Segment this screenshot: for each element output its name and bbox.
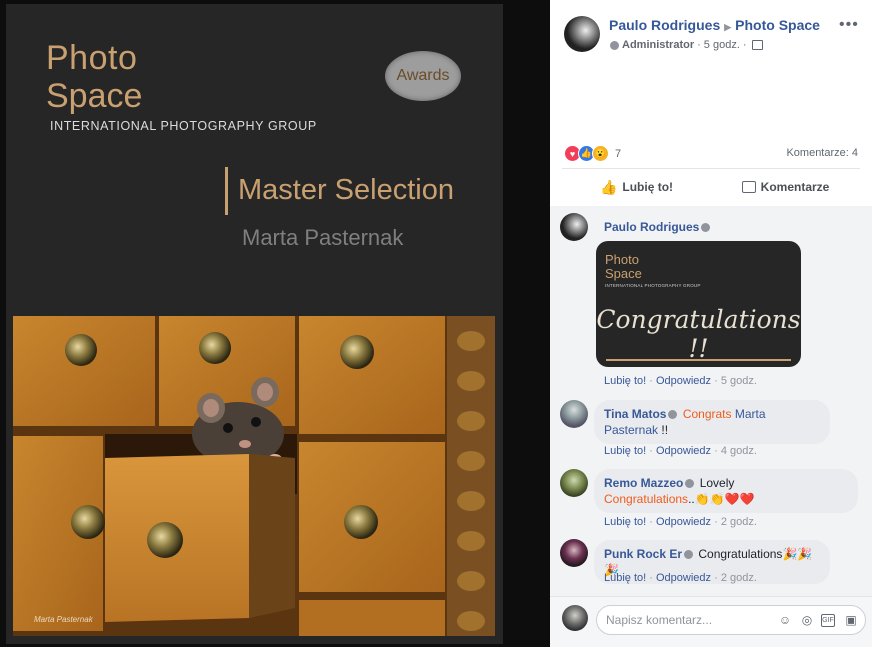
sticker-icon[interactable]: ▣ <box>843 612 859 628</box>
comment-bubble-icon <box>741 181 756 193</box>
admin-role-label: Administrator <box>622 39 695 51</box>
comment-time[interactable]: 5 godz. <box>721 375 757 387</box>
logo-space-text: Space <box>46 77 143 115</box>
emoji-icon[interactable]: ☺ <box>777 612 793 628</box>
author-name-link[interactable]: Paulo Rodrigues <box>609 17 720 33</box>
sep: · <box>714 572 721 584</box>
comment-text: !! <box>661 423 669 437</box>
card-logo-photo: Photo <box>605 252 639 267</box>
congratulations-image[interactable]: Photo Space INTERNATIONAL PHOTOGRAPHY GR… <box>596 241 801 367</box>
card-divider <box>606 359 791 361</box>
commenter-avatar[interactable] <box>560 539 588 567</box>
commenter-avatar[interactable] <box>560 469 588 497</box>
photographer-name: Marta Pasternak <box>242 225 404 250</box>
gif-icon[interactable]: GIF <box>821 614 835 627</box>
comment-author-line: Paulo Rodrigues <box>604 220 712 234</box>
sep: · <box>714 445 721 457</box>
commenter-avatar[interactable] <box>560 213 588 241</box>
comment-composer: Napisz komentarz... ☺ ◎ GIF ▣ <box>550 596 872 647</box>
admin-badge-icon <box>685 479 695 489</box>
sep: · <box>649 445 656 457</box>
admin-shield-icon <box>610 40 619 50</box>
thumbs-up-icon: 👍 <box>599 178 618 195</box>
comment-input[interactable]: Napisz komentarz... ☺ ◎ GIF ▣ <box>596 605 866 635</box>
comment-reply-link[interactable]: Odpowiedz <box>656 572 711 584</box>
comment-time[interactable]: 2 godz. <box>721 572 757 584</box>
card-logo-subtitle: INTERNATIONAL PHOTOGRAPHY GROUP <box>605 283 701 288</box>
comment-highlight-text: Congratulations <box>604 492 689 506</box>
title-divider <box>225 167 228 215</box>
awards-badge: Awards <box>385 51 461 101</box>
comment-bubble: Remo Mazzeo Lovely Congratulations..👏👏❤️… <box>594 469 858 513</box>
comment-actions: Lubię to! · Odpowiedz · 2 godz. <box>604 572 757 584</box>
comment-text: Congratulations <box>698 547 783 561</box>
more-options-icon[interactable]: ••• <box>839 16 859 34</box>
comment-author[interactable]: Paulo Rodrigues <box>604 220 699 234</box>
master-selection-title: Master Selection <box>238 174 454 206</box>
comments-count-link[interactable]: Komentarze: 4 <box>786 147 858 159</box>
camera-icon[interactable]: ◎ <box>799 612 815 628</box>
comment-reply-link[interactable]: Odpowiedz <box>656 375 711 387</box>
comment-time[interactable]: 2 godz. <box>721 516 757 528</box>
comment-input-placeholder: Napisz komentarz... <box>606 613 713 627</box>
meta-dot: · <box>697 39 701 51</box>
facebook-post-panel: Paulo Rodrigues ▶ Photo Space Administrato… <box>550 0 872 647</box>
comment-like-link[interactable]: Lubię to! <box>604 375 646 387</box>
comment-actions: Lubię to! · Odpowiedz · 4 godz. <box>604 445 757 457</box>
comment-author[interactable]: Tina Matos <box>604 407 666 421</box>
comments-section: Paulo Rodrigues Photo Space INTERNATIONA… <box>550 206 872 596</box>
wow-reaction-icon: 😮 <box>592 145 609 162</box>
comment-reply-link[interactable]: Odpowiedz <box>656 516 711 528</box>
author-avatar[interactable] <box>564 16 600 52</box>
comment-highlight-text: Congrats <box>682 407 732 421</box>
meta-dot: · <box>742 39 747 51</box>
like-button-label: Lubię to! <box>622 180 674 194</box>
current-user-avatar[interactable] <box>562 605 588 631</box>
comment-text: Lovely <box>699 476 735 490</box>
sep: · <box>649 572 656 584</box>
commenter-avatar[interactable] <box>560 400 588 428</box>
mouse-drawer-photo <box>13 316 495 636</box>
comment-reply-link[interactable]: Odpowiedz <box>656 445 711 457</box>
sep: · <box>649 516 656 528</box>
post-action-bar: 👍 Lubię to! Komentarze <box>562 168 860 205</box>
sep: · <box>714 516 721 528</box>
comment-actions: Lubię to! · Odpowiedz · 5 godz. <box>604 375 757 387</box>
group-name-link[interactable]: Photo Space <box>735 17 820 33</box>
comment-author[interactable]: Punk Rock Er <box>604 547 682 561</box>
arrow-right-icon: ▶ <box>724 22 732 32</box>
comment-button[interactable]: Komentarze <box>711 169 860 205</box>
post-timestamp[interactable]: 5 godz. <box>704 39 740 51</box>
comment-like-link[interactable]: Lubię to! <box>604 445 646 457</box>
sep: · <box>714 375 721 387</box>
admin-badge-icon <box>668 410 678 420</box>
admin-badge-icon <box>701 223 711 233</box>
comment-like-link[interactable]: Lubię to! <box>604 572 646 584</box>
comment-emoji: ..👏👏❤️❤️ <box>688 492 755 506</box>
comment-author[interactable]: Remo Mazzeo <box>604 476 683 490</box>
photographer-signature: Marta Pasternak <box>34 615 93 624</box>
like-button[interactable]: 👍 Lubię to! <box>562 169 711 205</box>
logo-subtitle: INTERNATIONAL PHOTOGRAPHY GROUP <box>50 119 317 133</box>
reactions-count: 7 <box>615 147 622 160</box>
comment-like-link[interactable]: Lubię to! <box>604 516 646 528</box>
comment-bubble: Tina Matos Congrats Marta Pasternak !! <box>594 400 830 444</box>
admin-badge-icon <box>684 550 694 560</box>
post-meta: Administrator · 5 godz. · <box>610 39 763 51</box>
comment-time[interactable]: 4 godz. <box>721 445 757 457</box>
sep: · <box>649 375 656 387</box>
card-logo-space: Space <box>605 266 642 281</box>
comment-actions: Lubię to! · Odpowiedz · 2 godz. <box>604 516 757 528</box>
post-header-title: Paulo Rodrigues ▶ Photo Space <box>609 17 820 33</box>
card-congratulations-text: Congratulations !! <box>596 305 801 363</box>
group-audience-icon[interactable] <box>751 40 763 50</box>
reactions-summary[interactable]: ♥ 👍 😮 7 <box>564 145 621 162</box>
logo-photo-text: Photo <box>46 39 138 77</box>
photo-banner[interactable]: Photo Space INTERNATIONAL PHOTOGRAPHY GR… <box>6 4 503 644</box>
comment-button-label: Komentarze <box>760 180 830 194</box>
